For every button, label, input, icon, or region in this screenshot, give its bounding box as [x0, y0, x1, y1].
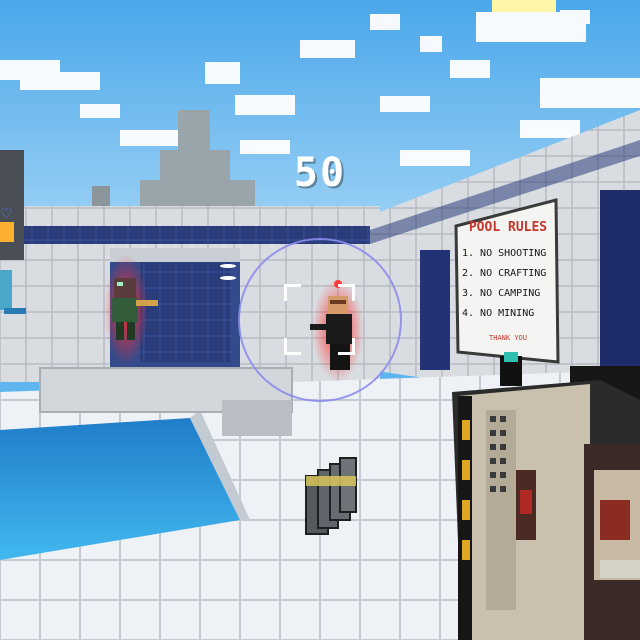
sign-rule-2: 2. NO CRAFTING: [462, 268, 547, 279]
room-back: [140, 262, 230, 362]
ceiling-light-2: [220, 276, 236, 280]
aim-reticle-ring: [238, 238, 402, 402]
pool-rules-sign: POOL RULES 1. NO SHOOTING 2. NO CRAFTING…: [462, 218, 554, 348]
sign-footer: THANK YOU: [489, 334, 527, 342]
left-building: [0, 150, 24, 260]
heart-icon: ♡: [0, 206, 13, 222]
sign-rule-3: 3. NO CAMPING: [462, 288, 541, 299]
sun: [492, 0, 556, 12]
sign-rule-4: 4. NO MINING: [462, 308, 535, 319]
diving-board-base: [222, 400, 292, 436]
crosshair-corner-top-right: [338, 284, 355, 301]
player-weapon: [452, 352, 640, 640]
sign-rule-1: 1. NO SHOOTING: [462, 248, 547, 259]
ceiling-light: [220, 264, 236, 268]
right-window: [420, 250, 450, 370]
crosshair-corner-top-left: [284, 284, 301, 301]
crosshair-corner-bottom-right: [338, 338, 355, 355]
right-doorway: [600, 190, 640, 380]
crosshair-corner-bottom-left: [284, 338, 301, 355]
match-countdown: 50: [293, 150, 347, 196]
sign-title: POOL RULES: [468, 220, 548, 235]
